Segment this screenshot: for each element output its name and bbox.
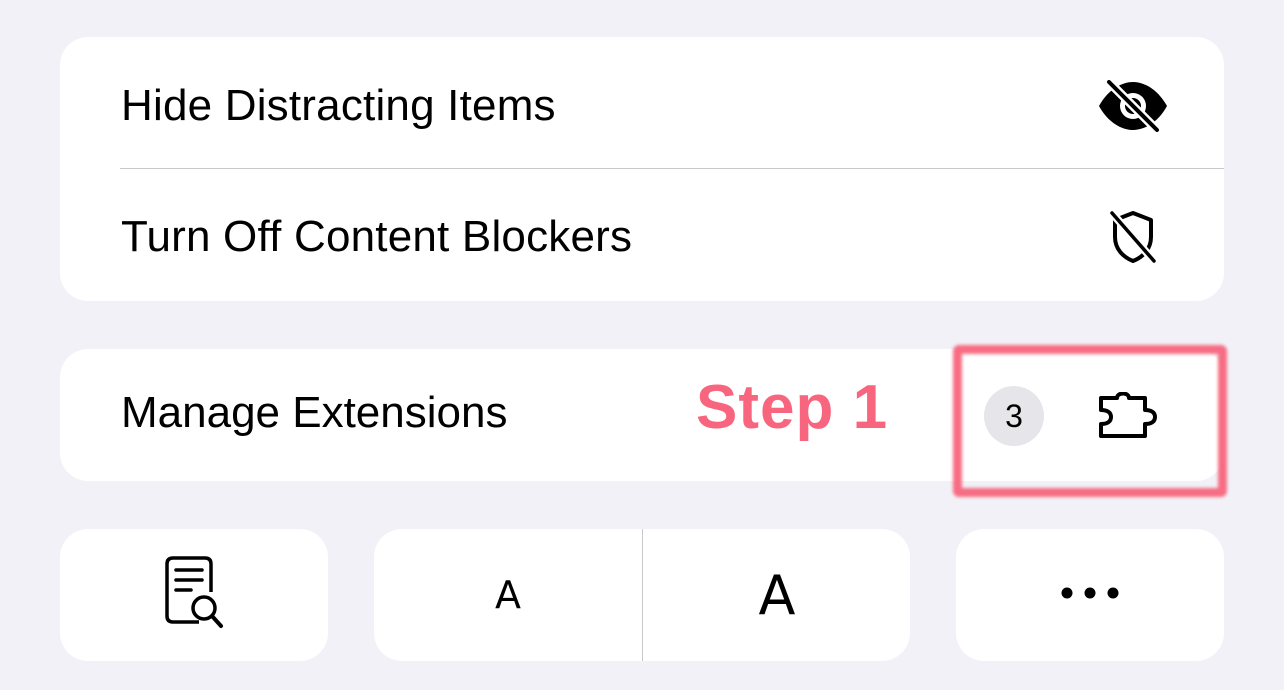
turn-off-content-blockers-row[interactable]: Turn Off Content Blockers: [60, 171, 1224, 302]
step-annotation-label: Step 1: [696, 373, 889, 442]
shield-slash-icon: [1088, 192, 1178, 282]
reader-search-button[interactable]: [60, 529, 328, 661]
step-highlight-box: [953, 345, 1227, 497]
turn-off-content-blockers-label: Turn Off Content Blockers: [121, 211, 633, 261]
decrease-font-size-button[interactable]: A: [374, 529, 642, 661]
hide-distracting-items-label: Hide Distracting Items: [121, 80, 556, 130]
ellipsis-icon: [1060, 586, 1120, 605]
more-options-button[interactable]: [956, 529, 1224, 661]
increase-font-size-button[interactable]: A: [643, 529, 911, 661]
hide-distracting-items-row[interactable]: Hide Distracting Items: [60, 40, 1224, 171]
page-search-icon: [163, 555, 225, 635]
eye-slash-icon: [1088, 61, 1178, 151]
manage-extensions-label: Manage Extensions: [121, 388, 508, 437]
menu-divider: [120, 168, 1224, 169]
font-size-group: A A: [374, 529, 910, 661]
menu-group: Hide Distracting Items Turn Off Content …: [60, 37, 1224, 301]
